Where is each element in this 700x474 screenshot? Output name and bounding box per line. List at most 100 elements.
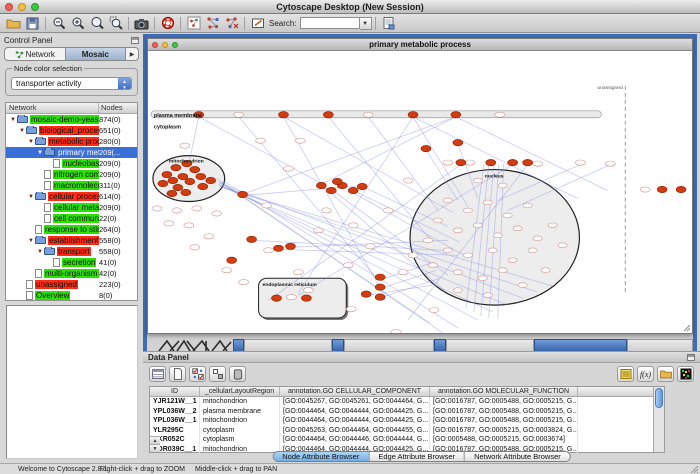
tree-row[interactable]: unassigned223(0)	[6, 279, 137, 290]
graph-node[interactable]	[605, 161, 615, 166]
select-mode-icon[interactable]	[184, 15, 203, 32]
birds-eye-view-panel[interactable]	[6, 305, 138, 459]
col-header-id[interactable]: ID	[150, 387, 200, 396]
graph-node[interactable]	[478, 276, 487, 281]
graph-node-selected[interactable]	[408, 112, 418, 118]
graph-node[interactable]	[513, 226, 522, 231]
formula-builder-icon[interactable]: f(x)	[637, 366, 654, 382]
frame-zoom-button[interactable]	[172, 42, 178, 48]
open-attribute-file-icon[interactable]	[657, 366, 674, 382]
graph-node[interactable]	[528, 248, 537, 253]
graph-node[interactable]	[495, 112, 505, 117]
scroll-up-button[interactable]: ▲	[150, 436, 160, 444]
graph-node[interactable]	[321, 208, 331, 213]
tree-expander-icon[interactable]: ▼	[27, 194, 35, 200]
tab-network[interactable]: Network	[5, 48, 66, 60]
graph-node[interactable]	[463, 253, 472, 258]
tree-row[interactable]: cell communicat22(0)	[6, 213, 137, 224]
tree-row[interactable]: secretion41(0)	[6, 257, 137, 268]
graph-node[interactable]	[262, 203, 272, 208]
graph-node-selected[interactable]	[206, 177, 216, 183]
graph-node-selected[interactable]	[375, 284, 385, 290]
tree-row[interactable]: ▼biological_process651(0)	[6, 125, 137, 136]
graph-node-selected[interactable]	[168, 177, 178, 183]
graph-node-selected[interactable]	[523, 159, 533, 165]
graph-node[interactable]	[383, 208, 393, 213]
graph-node[interactable]	[190, 245, 200, 250]
graph-node[interactable]	[295, 138, 305, 143]
graph-node[interactable]	[640, 187, 650, 192]
tree-expander-icon[interactable]: ▼	[27, 238, 35, 244]
graph-node-selected[interactable]	[486, 159, 496, 165]
open-file-icon[interactable]	[4, 15, 23, 32]
graph-node-selected[interactable]	[198, 183, 208, 189]
snapshot-camera-icon[interactable]	[132, 15, 151, 32]
tree-expander-icon[interactable]: ▼	[27, 139, 35, 145]
graph-node[interactable]	[541, 268, 550, 273]
graph-node[interactable]	[204, 234, 214, 239]
attribute-browser-tab[interactable]: Node Attribute Browser	[273, 452, 369, 461]
graph-node[interactable]	[493, 233, 502, 238]
tree-expander-icon[interactable]: ▼	[36, 150, 44, 156]
network-canvas[interactable]: plasma membrane cytoplasm mitochondrion …	[148, 51, 692, 333]
table-row[interactable]: YLR295Ccytoplasm[GO:0045263, GO:0044464,…	[150, 426, 664, 436]
search-input[interactable]	[300, 17, 360, 29]
graph-node-selected[interactable]	[274, 245, 284, 251]
tree-expander-icon[interactable]: ▼	[9, 117, 17, 123]
graph-node[interactable]	[172, 208, 182, 213]
graph-node[interactable]	[408, 253, 418, 258]
graph-node-selected[interactable]	[190, 166, 200, 172]
graph-node[interactable]	[463, 208, 472, 213]
tree-row[interactable]: macromolecule311(0)	[6, 180, 137, 191]
graph-node-selected[interactable]	[657, 186, 667, 192]
graph-node[interactable]	[239, 280, 249, 285]
close-button[interactable]	[5, 3, 13, 11]
graph-node-selected[interactable]	[301, 295, 311, 301]
minimized-window-titlebar[interactable]	[233, 339, 244, 351]
graph-node[interactable]	[363, 112, 373, 117]
float-data-panel-icon[interactable]	[687, 354, 695, 361]
help-lifebuoy-icon[interactable]	[158, 15, 177, 32]
tree-row[interactable]: cellular metabol209(0)	[6, 202, 137, 213]
tab-mosaic[interactable]: Mosaic	[66, 48, 127, 60]
graph-node[interactable]	[503, 213, 512, 218]
graph-node[interactable]	[453, 270, 462, 275]
graph-node[interactable]	[428, 263, 437, 268]
graph-node[interactable]	[180, 143, 190, 148]
zoom-out-icon[interactable]	[49, 15, 68, 32]
minimize-button[interactable]	[18, 3, 26, 11]
graph-node-selected[interactable]	[238, 191, 248, 197]
graph-node-selected[interactable]	[227, 257, 237, 263]
graph-node-selected[interactable]	[348, 187, 358, 193]
tree-row[interactable]: nitrogen compou209(0)	[6, 169, 137, 180]
graph-node[interactable]	[443, 198, 452, 203]
graph-node[interactable]	[453, 288, 462, 293]
tree-row[interactable]: ▼cellular process614(0)	[6, 191, 137, 202]
unselect-attributes-icon[interactable]	[209, 366, 226, 382]
tree-row[interactable]: ▼mosaic-demo-yeast874(0)	[6, 114, 137, 125]
tree-row[interactable]: ▼metabolic process280(0)	[6, 136, 137, 147]
graph-node[interactable]	[533, 236, 542, 241]
graph-node[interactable]	[465, 160, 475, 165]
graph-node[interactable]	[313, 228, 323, 233]
graph-node[interactable]	[346, 306, 356, 311]
table-row[interactable]: YKR052Ccytoplasm[GO:0044464, GO:0044446,…	[150, 435, 664, 445]
select-attributes-icon[interactable]	[189, 366, 206, 382]
graph-node-selected[interactable]	[361, 291, 371, 297]
minimized-window-titlebar[interactable]	[534, 339, 627, 351]
tree-row[interactable]: Overview8(0)	[6, 290, 137, 301]
graph-node[interactable]	[518, 283, 527, 288]
graph-node-selected[interactable]	[167, 190, 177, 196]
graph-node[interactable]	[348, 223, 358, 228]
graph-node-selected[interactable]	[196, 173, 206, 179]
graph-node[interactable]	[483, 200, 492, 205]
graph-node[interactable]	[488, 248, 497, 253]
graph-node[interactable]	[575, 160, 585, 165]
tree-row[interactable]: ▼primary metabolic209(...	[6, 147, 137, 158]
frame-titlebar[interactable]: primary metabolic process	[148, 39, 692, 51]
graph-node[interactable]	[164, 221, 174, 226]
node-color-combo[interactable]: transporter activity ▲▼	[11, 77, 132, 90]
graph-node[interactable]	[558, 243, 567, 248]
frame-minimize-button[interactable]	[162, 42, 168, 48]
zoom-in-icon[interactable]	[68, 15, 87, 32]
